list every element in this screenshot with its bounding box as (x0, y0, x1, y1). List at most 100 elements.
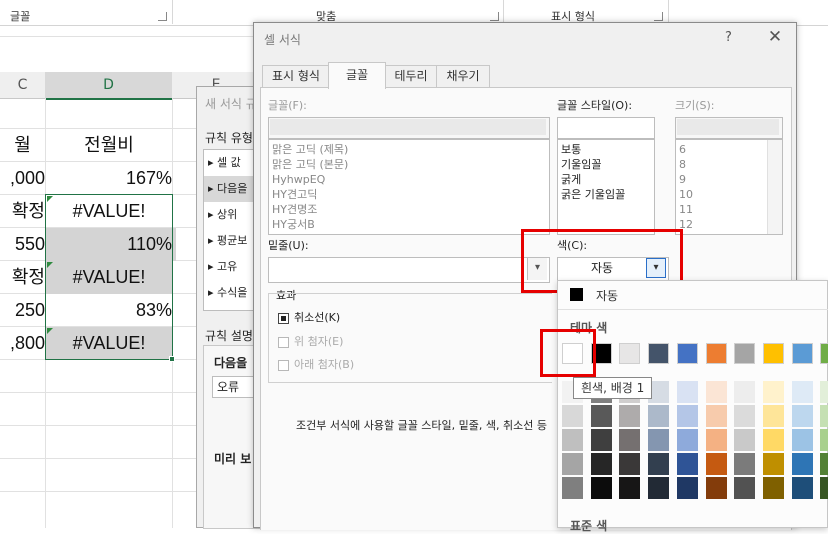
font-list[interactable]: 맑은 고딕 (제목) 맑은 고딕 (본문) HyhwpEQ HY견고딕 HY견명… (268, 139, 550, 235)
font-style-item[interactable]: 굵게 (558, 172, 654, 187)
shade-color-swatch[interactable] (820, 381, 828, 403)
shade-color-swatch[interactable] (792, 453, 813, 475)
shade-color-swatch[interactable] (677, 405, 698, 427)
shade-color-swatch[interactable] (734, 381, 755, 403)
font-style-item[interactable]: 기울임꼴 (558, 157, 654, 172)
cell-c[interactable]: 250 (0, 294, 49, 327)
shade-color-swatch[interactable] (792, 405, 813, 427)
theme-color-swatch[interactable] (677, 343, 698, 364)
tab-border[interactable]: 테두리 (384, 65, 438, 88)
font-input[interactable] (268, 117, 550, 139)
shade-color-swatch[interactable] (619, 477, 640, 499)
shade-color-swatch[interactable] (706, 381, 727, 403)
cell-c-header[interactable]: 월 (0, 129, 45, 162)
shade-color-swatch[interactable] (734, 477, 755, 499)
shade-color-swatch[interactable] (763, 405, 784, 427)
shade-color-swatch[interactable] (763, 477, 784, 499)
shade-color-swatch[interactable] (562, 453, 583, 475)
alignment-dialog-launcher-icon[interactable] (490, 12, 499, 21)
shade-color-swatch[interactable] (562, 477, 583, 499)
shade-color-swatch[interactable] (820, 429, 828, 451)
shade-color-swatch[interactable] (677, 429, 698, 451)
size-input[interactable] (675, 117, 783, 139)
shade-color-swatch[interactable] (591, 429, 612, 451)
strikethrough-checkbox[interactable]: 취소선(K) (278, 309, 340, 325)
shade-color-swatch[interactable] (591, 477, 612, 499)
shade-color-swatch[interactable] (677, 477, 698, 499)
close-icon[interactable]: ✕ (764, 26, 786, 48)
cell-d-header[interactable]: 전월비 (46, 129, 172, 162)
theme-color-swatch[interactable] (706, 343, 727, 364)
font-list-item[interactable]: 맑은 고딕 (본문) (269, 157, 549, 172)
superscript-checkbox[interactable]: 위 첨자(E) (278, 333, 343, 349)
theme-color-swatch[interactable] (792, 343, 813, 364)
shade-color-swatch[interactable] (706, 405, 727, 427)
tab-fill[interactable]: 채우기 (436, 65, 490, 88)
automatic-color-label[interactable]: 자동 (596, 287, 618, 304)
shade-color-swatch[interactable] (734, 453, 755, 475)
shade-color-swatch[interactable] (820, 477, 828, 499)
shade-color-swatch[interactable] (619, 453, 640, 475)
font-list-item[interactable]: HY견고딕 (269, 187, 549, 202)
shade-color-swatch[interactable] (706, 477, 727, 499)
size-scrollbar[interactable] (767, 140, 782, 234)
conditional-format-note: 조건부 서식에 사용할 글꼴 스타일, 밑줄, 색, 취소선 등 (296, 419, 547, 432)
font-style-item[interactable]: 굵은 기울임꼴 (558, 187, 654, 202)
font-style-input[interactable] (557, 117, 655, 139)
white-swatch-highlight-box (540, 329, 596, 377)
theme-color-swatch[interactable] (734, 343, 755, 364)
shade-color-swatch[interactable] (820, 405, 828, 427)
underline-select[interactable]: ▾ (268, 257, 550, 283)
shade-color-swatch[interactable] (619, 429, 640, 451)
shade-color-swatch[interactable] (591, 405, 612, 427)
font-list-item[interactable]: 맑은 고딕 (제목) (269, 142, 549, 157)
font-dialog-launcher-icon[interactable] (158, 12, 167, 21)
size-list[interactable]: 6 8 9 10 11 12 (675, 139, 783, 235)
tab-number[interactable]: 표시 형식 (262, 65, 330, 88)
shade-color-swatch[interactable] (677, 381, 698, 403)
shade-color-swatch[interactable] (820, 453, 828, 475)
shade-color-swatch[interactable] (648, 477, 669, 499)
shade-color-swatch[interactable] (792, 381, 813, 403)
theme-color-swatch[interactable] (619, 343, 640, 364)
font-style-list[interactable]: 보통 기울임꼴 굵게 굵은 기울임꼴 (557, 139, 655, 235)
cell-d[interactable]: 167% (46, 162, 176, 195)
help-icon[interactable]: ? (725, 30, 732, 45)
shade-color-swatch[interactable] (792, 477, 813, 499)
shade-color-swatch[interactable] (734, 429, 755, 451)
shade-color-swatch[interactable] (763, 453, 784, 475)
font-style-item[interactable]: 보통 (558, 142, 654, 157)
shade-color-swatch[interactable] (648, 453, 669, 475)
shade-color-swatch[interactable] (619, 405, 640, 427)
font-list-item[interactable]: HY견명조 (269, 202, 549, 217)
tab-font[interactable]: 글꼴 (328, 62, 386, 89)
theme-color-swatch[interactable] (648, 343, 669, 364)
cell-c[interactable]: 550 (0, 228, 49, 261)
shade-color-swatch[interactable] (763, 381, 784, 403)
theme-color-swatch[interactable] (820, 343, 828, 364)
font-list-item[interactable]: HyhwpEQ (269, 172, 549, 187)
column-header-d[interactable]: D (45, 72, 173, 100)
automatic-color-swatch[interactable] (570, 288, 583, 301)
shade-color-swatch[interactable] (677, 453, 698, 475)
shade-color-swatch[interactable] (562, 429, 583, 451)
shade-color-swatch[interactable] (648, 429, 669, 451)
theme-color-swatch[interactable] (763, 343, 784, 364)
cell-c[interactable]: 확정 (0, 261, 49, 294)
column-header-c[interactable]: C (0, 72, 46, 99)
shade-color-swatch[interactable] (734, 405, 755, 427)
shade-color-swatch[interactable] (706, 429, 727, 451)
cell-c[interactable]: ,800 (0, 327, 49, 360)
shade-color-swatch[interactable] (706, 453, 727, 475)
shade-color-swatch[interactable] (648, 405, 669, 427)
subscript-checkbox[interactable]: 아래 첨자(B) (278, 356, 354, 372)
font-list-item[interactable]: HY궁서B (269, 217, 549, 232)
fill-handle[interactable] (169, 356, 175, 362)
shade-color-swatch[interactable] (591, 453, 612, 475)
shade-color-swatch[interactable] (763, 429, 784, 451)
cell-c[interactable]: 확정 (0, 195, 49, 228)
shade-color-swatch[interactable] (792, 429, 813, 451)
cell-c[interactable]: ,000 (0, 162, 49, 195)
number-dialog-launcher-icon[interactable] (654, 12, 663, 21)
shade-color-swatch[interactable] (562, 405, 583, 427)
